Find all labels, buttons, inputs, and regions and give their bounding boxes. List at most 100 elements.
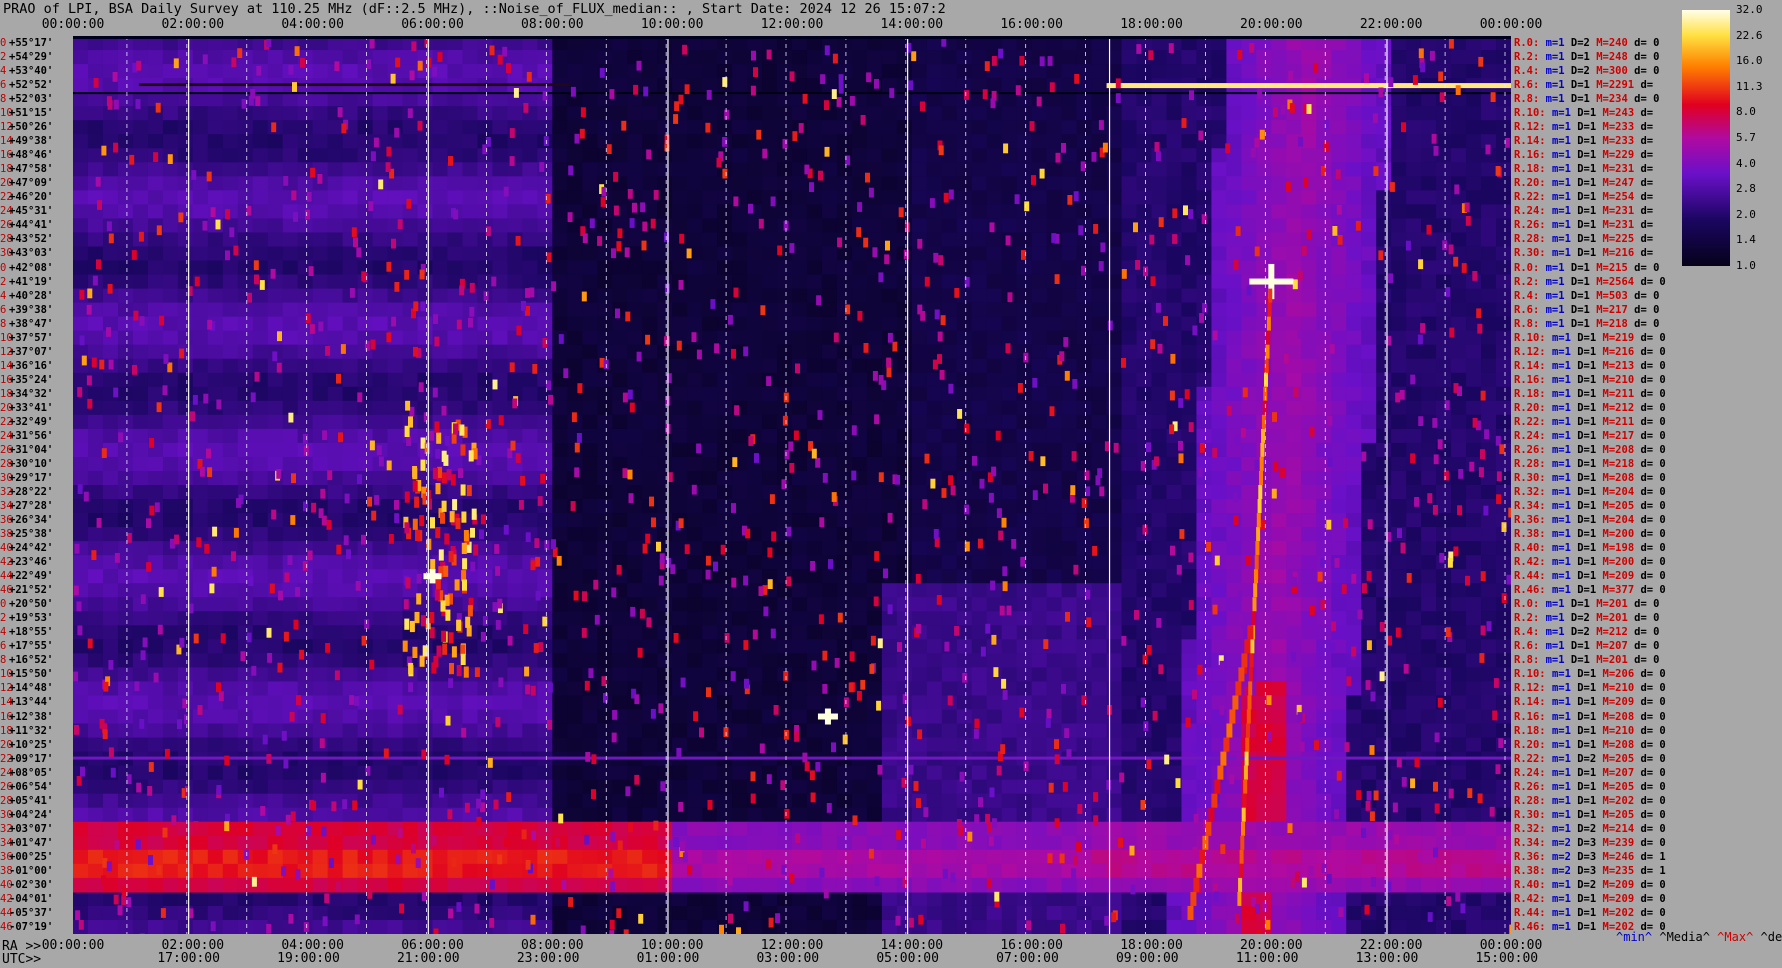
heat-cell <box>1166 695 1183 711</box>
heat-cell <box>1466 709 1482 725</box>
heat-cell <box>1256 204 1272 220</box>
heat-cell <box>327 414 344 430</box>
heat-cell <box>192 597 209 612</box>
heat-cell <box>1421 470 1437 486</box>
heat-cell <box>792 499 808 514</box>
heat-cell <box>642 639 658 654</box>
heat-cell <box>717 428 733 444</box>
heat-cell <box>387 597 404 612</box>
heat-cell <box>1121 470 1138 486</box>
heat-cell <box>687 372 703 388</box>
heat-cell <box>342 611 359 626</box>
heat-cell <box>357 120 374 135</box>
heat-cell <box>192 611 209 626</box>
heat-cell <box>1196 372 1213 388</box>
heat-cell <box>717 246 733 262</box>
heat-cell <box>312 667 329 683</box>
heat-cell <box>252 555 269 570</box>
heat-cell <box>1121 414 1138 430</box>
heat-cell <box>762 555 778 570</box>
heat-cell <box>102 260 119 276</box>
heat-cell <box>1241 344 1257 360</box>
heat-cell <box>522 134 538 149</box>
heat-cell <box>522 428 538 444</box>
heat-cell <box>222 176 239 191</box>
declination-value: +31°56' <box>9 429 54 442</box>
heat-cell <box>1316 302 1332 318</box>
heat-cell <box>522 120 538 135</box>
heat-cell <box>702 134 718 149</box>
heat-cell <box>1376 176 1392 191</box>
heat-cell <box>567 709 583 725</box>
heat-cell <box>1406 316 1422 332</box>
heat-cell <box>1406 555 1422 570</box>
heat-cell <box>821 120 838 135</box>
heat-cell <box>956 162 973 177</box>
heat-cell <box>866 456 883 472</box>
heat-cell <box>597 639 613 654</box>
heat-cell <box>1301 428 1317 444</box>
heat-cell <box>372 555 389 570</box>
heat-cell <box>1106 499 1123 514</box>
heat-cell <box>1106 106 1123 121</box>
heat-cell <box>1481 400 1497 416</box>
heat-cell <box>1136 246 1153 262</box>
heat-cell <box>1136 148 1153 163</box>
heat-cell <box>836 50 853 65</box>
heat-cell <box>1406 499 1422 514</box>
heat-cell <box>1421 288 1437 304</box>
heat-cell <box>177 569 194 584</box>
heat-cell <box>1151 639 1168 654</box>
heat-cell <box>956 569 973 584</box>
heat-cell <box>1061 639 1078 654</box>
heat-cell <box>702 428 718 444</box>
heat-cell <box>806 625 823 640</box>
heat-cell <box>1031 106 1048 121</box>
heat-cell <box>1256 162 1272 177</box>
heat-cell <box>147 597 164 612</box>
heat-cell <box>1346 162 1362 177</box>
heat-cell <box>597 583 613 598</box>
heat-cell <box>507 106 523 121</box>
heat-cell <box>1331 569 1347 584</box>
heat-cell <box>552 64 568 79</box>
heat-cell <box>911 681 928 697</box>
heat-cell <box>1151 204 1168 220</box>
heat-cell <box>1256 470 1272 486</box>
heat-cell <box>132 695 149 711</box>
heat-cell <box>552 302 568 318</box>
heat-cell <box>1316 485 1332 500</box>
heat-cell <box>881 639 898 654</box>
heat-cell <box>402 330 419 346</box>
heat-cell <box>1271 330 1287 346</box>
heat-cell <box>1181 148 1198 163</box>
heatmap-plot[interactable] <box>73 36 1511 934</box>
heat-cell <box>1286 400 1302 416</box>
heat-cell <box>1481 541 1497 556</box>
heat-cell <box>717 681 733 697</box>
heat-cell <box>1196 50 1213 65</box>
heat-cell <box>252 414 269 430</box>
heat-cell <box>1046 330 1063 346</box>
heat-cell <box>896 499 913 514</box>
heat-cell <box>387 372 404 388</box>
heat-cell <box>207 358 224 374</box>
heat-cell <box>1466 499 1482 514</box>
heat-cell <box>762 246 778 262</box>
heat-cell <box>1421 232 1437 248</box>
heat-cell <box>73 681 89 697</box>
heat-cell <box>896 120 913 135</box>
heat-cell <box>1181 218 1198 234</box>
heat-cell <box>1196 316 1213 332</box>
heat-cell <box>1256 667 1272 683</box>
heat-cell <box>1481 302 1497 318</box>
heat-cell <box>881 134 898 149</box>
heat-cell <box>896 218 913 234</box>
heat-cell <box>642 625 658 640</box>
heat-cell <box>1301 639 1317 654</box>
heat-cell <box>1241 541 1257 556</box>
beam-index: 20 <box>0 401 13 414</box>
heat-cell <box>237 611 254 626</box>
heat-cell <box>1046 611 1063 626</box>
top-tick-5: 10:00:00 <box>640 17 704 32</box>
